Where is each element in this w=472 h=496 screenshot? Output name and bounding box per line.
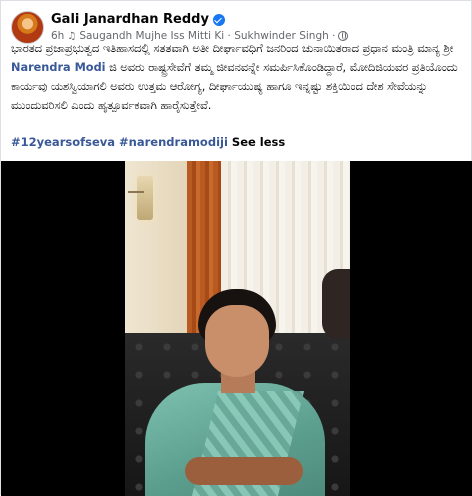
hashtag-link[interactable]: #narendramodiji bbox=[119, 135, 228, 149]
hashtag-row: #12yearsofseva #narendramodiji See less bbox=[11, 135, 285, 149]
hashtag-link[interactable]: #12yearsofseva bbox=[11, 135, 115, 149]
side-person-image bbox=[322, 269, 350, 339]
hands-shape bbox=[185, 457, 303, 485]
see-less-button[interactable]: See less bbox=[232, 135, 285, 149]
face-shape bbox=[205, 305, 269, 377]
video-player[interactable] bbox=[1, 161, 472, 496]
verified-badge-icon bbox=[212, 13, 225, 26]
author-row: Gali Janardhan Reddy bbox=[51, 12, 225, 27]
wall-lamp-image bbox=[137, 176, 153, 220]
author-name[interactable]: Gali Janardhan Reddy bbox=[51, 12, 209, 27]
mention-link[interactable]: Narendra Modi bbox=[11, 61, 106, 74]
woman-image bbox=[133, 289, 338, 496]
video-frame bbox=[125, 161, 350, 496]
post-text-part-1: ಭಾರತದ ಪ್ರಜಾಪ್ರಭುತ್ವದ ಇತಿಹಾಸದಲ್ಲಿ ಸತತವಾಗಿ… bbox=[11, 42, 454, 55]
facebook-post: Gali Janardhan Reddy 6h ♫ Saugandh Mujhe… bbox=[0, 0, 472, 496]
post-text: ಭಾರತದ ಪ್ರಜಾಪ್ರಭುತ್ವದ ಇತಿಹಾಸದಲ್ಲಿ ಸತತವಾಗಿ… bbox=[11, 39, 466, 115]
lamp-arm-image bbox=[128, 191, 144, 193]
